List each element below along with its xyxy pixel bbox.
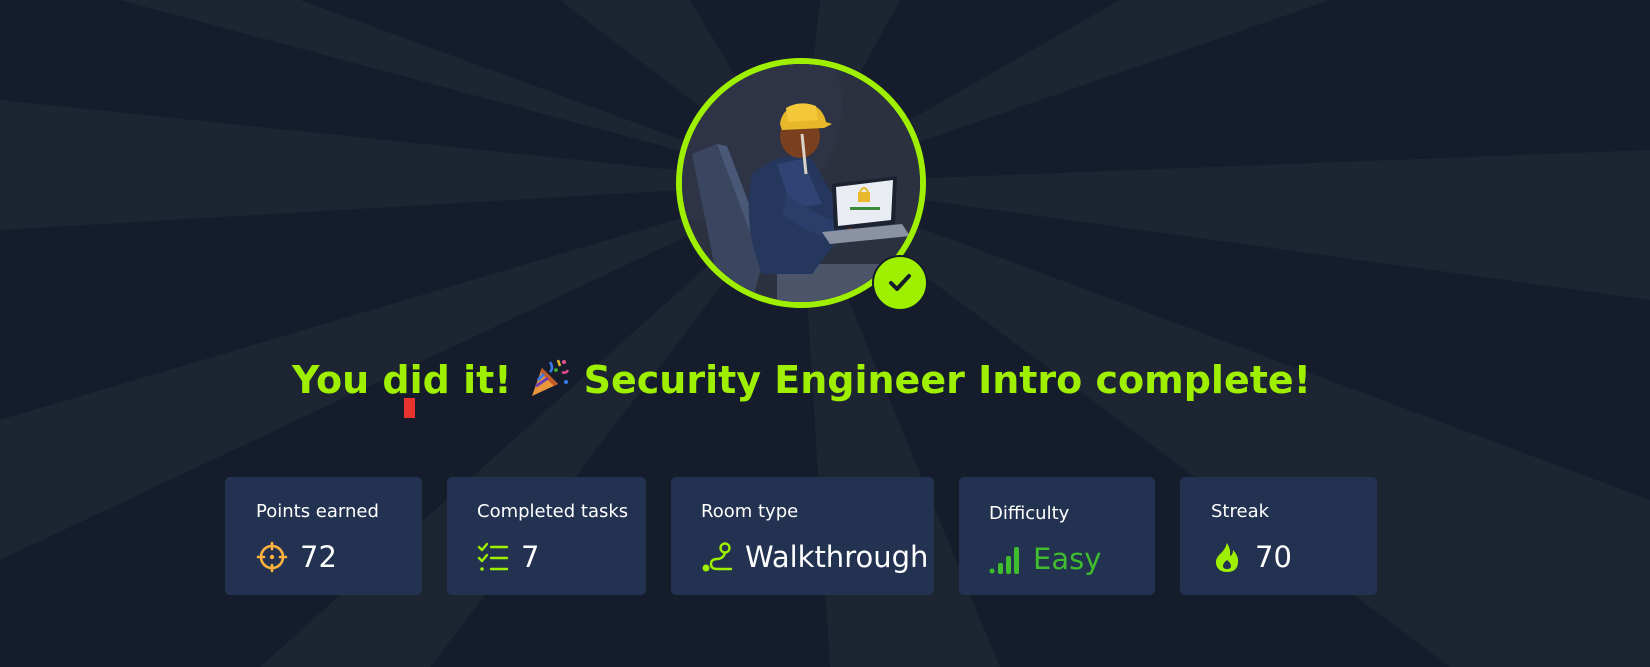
headline-suffix: Security Engineer Intro complete! bbox=[583, 358, 1311, 402]
stat-label: Room type bbox=[701, 501, 799, 522]
stat-value: Easy bbox=[1033, 542, 1102, 576]
completion-headline: You did it! Security Engineer Intro comp… bbox=[0, 355, 1603, 405]
stat-card-room-type: Room type Walkthrough bbox=[671, 477, 934, 595]
crosshair-icon bbox=[256, 541, 288, 573]
checkmark-icon bbox=[889, 274, 911, 291]
stat-card-points: Points earned 72 bbox=[225, 477, 422, 595]
route-icon bbox=[702, 542, 733, 572]
stat-label: Points earned bbox=[256, 501, 379, 522]
room-avatar bbox=[676, 58, 928, 311]
stat-value: 7 bbox=[521, 540, 540, 574]
stat-label: Streak bbox=[1211, 501, 1270, 522]
signal-bars-icon bbox=[989, 547, 1019, 574]
stat-value: 70 bbox=[1255, 540, 1292, 574]
flame-icon bbox=[1215, 543, 1239, 572]
completed-check-badge bbox=[872, 255, 928, 311]
stat-label: Completed tasks bbox=[477, 501, 629, 522]
text-cursor-marker bbox=[404, 398, 415, 418]
stat-value: 72 bbox=[300, 540, 337, 574]
stat-card-tasks: Completed tasks 7 bbox=[447, 477, 646, 595]
stat-value: Walkthrough bbox=[745, 540, 929, 574]
headline-prefix: You did it! bbox=[292, 358, 512, 402]
stat-card-streak: Streak 70 bbox=[1180, 477, 1377, 595]
stat-card-difficulty: Difficulty Easy bbox=[959, 477, 1155, 595]
party-popper-icon bbox=[531, 359, 569, 396]
stat-label: Difficulty bbox=[989, 503, 1070, 524]
checklist-icon bbox=[477, 542, 509, 571]
